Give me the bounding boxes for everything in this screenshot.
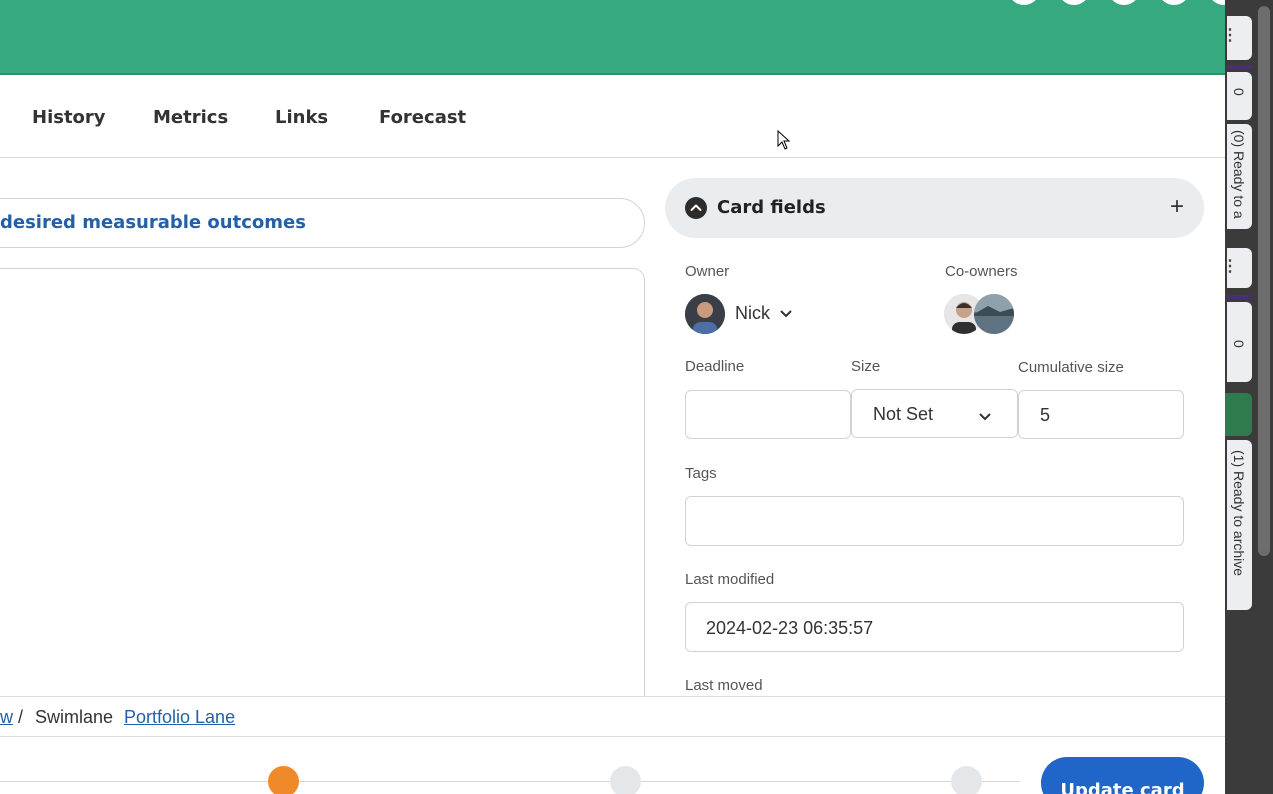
- workflow-step-next[interactable]: [610, 766, 641, 794]
- owner-name[interactable]: Nick: [735, 303, 770, 324]
- deadline-input[interactable]: [685, 390, 851, 439]
- lane-menu-icon-1[interactable]: ⋮: [1222, 25, 1238, 45]
- lane-divider-1: [1227, 65, 1252, 69]
- mouse-cursor-icon: [777, 130, 791, 150]
- size-label: Size: [851, 358, 881, 375]
- plus-icon[interactable]: +: [1170, 195, 1184, 219]
- chevron-down-icon[interactable]: [779, 306, 793, 322]
- coowners-label: Co-owners: [945, 263, 1018, 280]
- card-fields-header[interactable]: Card fields +: [665, 178, 1204, 238]
- top-header-bar: [0, 0, 1239, 75]
- tab-forecast[interactable]: Forecast: [379, 107, 466, 128]
- breadcrumb-swimlane-link[interactable]: Portfolio Lane: [124, 707, 235, 728]
- tab-history[interactable]: History: [32, 107, 106, 128]
- last-modified-field: 2024-02-23 06:35:57: [685, 602, 1184, 652]
- cumulative-size-value: 5: [1040, 405, 1051, 425]
- tab-links[interactable]: Links: [275, 107, 328, 128]
- lane-color-marker: [1225, 393, 1252, 436]
- outcomes-section-title[interactable]: desired measurable outcomes: [0, 212, 306, 233]
- card-fields-title: Card fields: [717, 197, 826, 218]
- deadline-label: Deadline: [685, 358, 745, 375]
- breadcrumb-separator: /: [18, 707, 24, 727]
- lane-count-1: 0: [1231, 88, 1247, 96]
- board-scrollbar[interactable]: [1258, 6, 1270, 556]
- lane-title-1[interactable]: (0) Ready to a: [1231, 130, 1247, 228]
- breadcrumb: w / Swimlane Portfolio Lane: [0, 696, 1225, 737]
- update-card-button[interactable]: Update card: [1041, 757, 1204, 794]
- owner-avatar[interactable]: [685, 294, 725, 334]
- header-avatar-3[interactable]: [1109, 0, 1139, 5]
- coowner-avatar-2[interactable]: [974, 294, 1014, 334]
- chevron-up-icon[interactable]: [685, 197, 707, 219]
- workflow-step-current[interactable]: [268, 766, 299, 794]
- header-avatar-1[interactable]: [1009, 0, 1039, 5]
- header-avatar-2[interactable]: [1059, 0, 1089, 5]
- tags-input[interactable]: [685, 496, 1184, 546]
- last-modified-label: Last modified: [685, 571, 775, 588]
- owner-label: Owner: [685, 263, 730, 280]
- description-editor[interactable]: [0, 268, 645, 728]
- cumulative-size-label: Cumulative size: [1018, 359, 1124, 376]
- lane-divider-2: [1227, 295, 1252, 299]
- size-value: Not Set: [873, 404, 934, 424]
- lane-title-2[interactable]: (1) Ready to archive: [1231, 450, 1247, 576]
- workflow-step-last[interactable]: [951, 766, 982, 794]
- lane-count-box-1: [1227, 72, 1252, 120]
- size-select[interactable]: Not Set: [851, 389, 1018, 438]
- workflow-progress-line: [0, 781, 1020, 782]
- lane-menu-icon-2[interactable]: ⋮: [1222, 256, 1238, 276]
- size-chevron-down-icon: [978, 409, 992, 425]
- cumulative-size-input[interactable]: 5: [1018, 390, 1184, 439]
- last-modified-value: 2024-02-23 06:35:57: [706, 618, 874, 638]
- tags-label: Tags: [685, 465, 717, 482]
- header-avatar-4[interactable]: [1159, 0, 1189, 5]
- last-moved-label: Last moved: [685, 677, 763, 694]
- tab-metrics[interactable]: Metrics: [153, 107, 228, 128]
- breadcrumb-swimlane-label: Swimlane: [35, 707, 114, 727]
- lane-count-2: 0: [1231, 340, 1247, 348]
- tab-bar: History Metrics Links Forecast: [0, 77, 1225, 158]
- breadcrumb-prev-link[interactable]: w: [0, 707, 13, 728]
